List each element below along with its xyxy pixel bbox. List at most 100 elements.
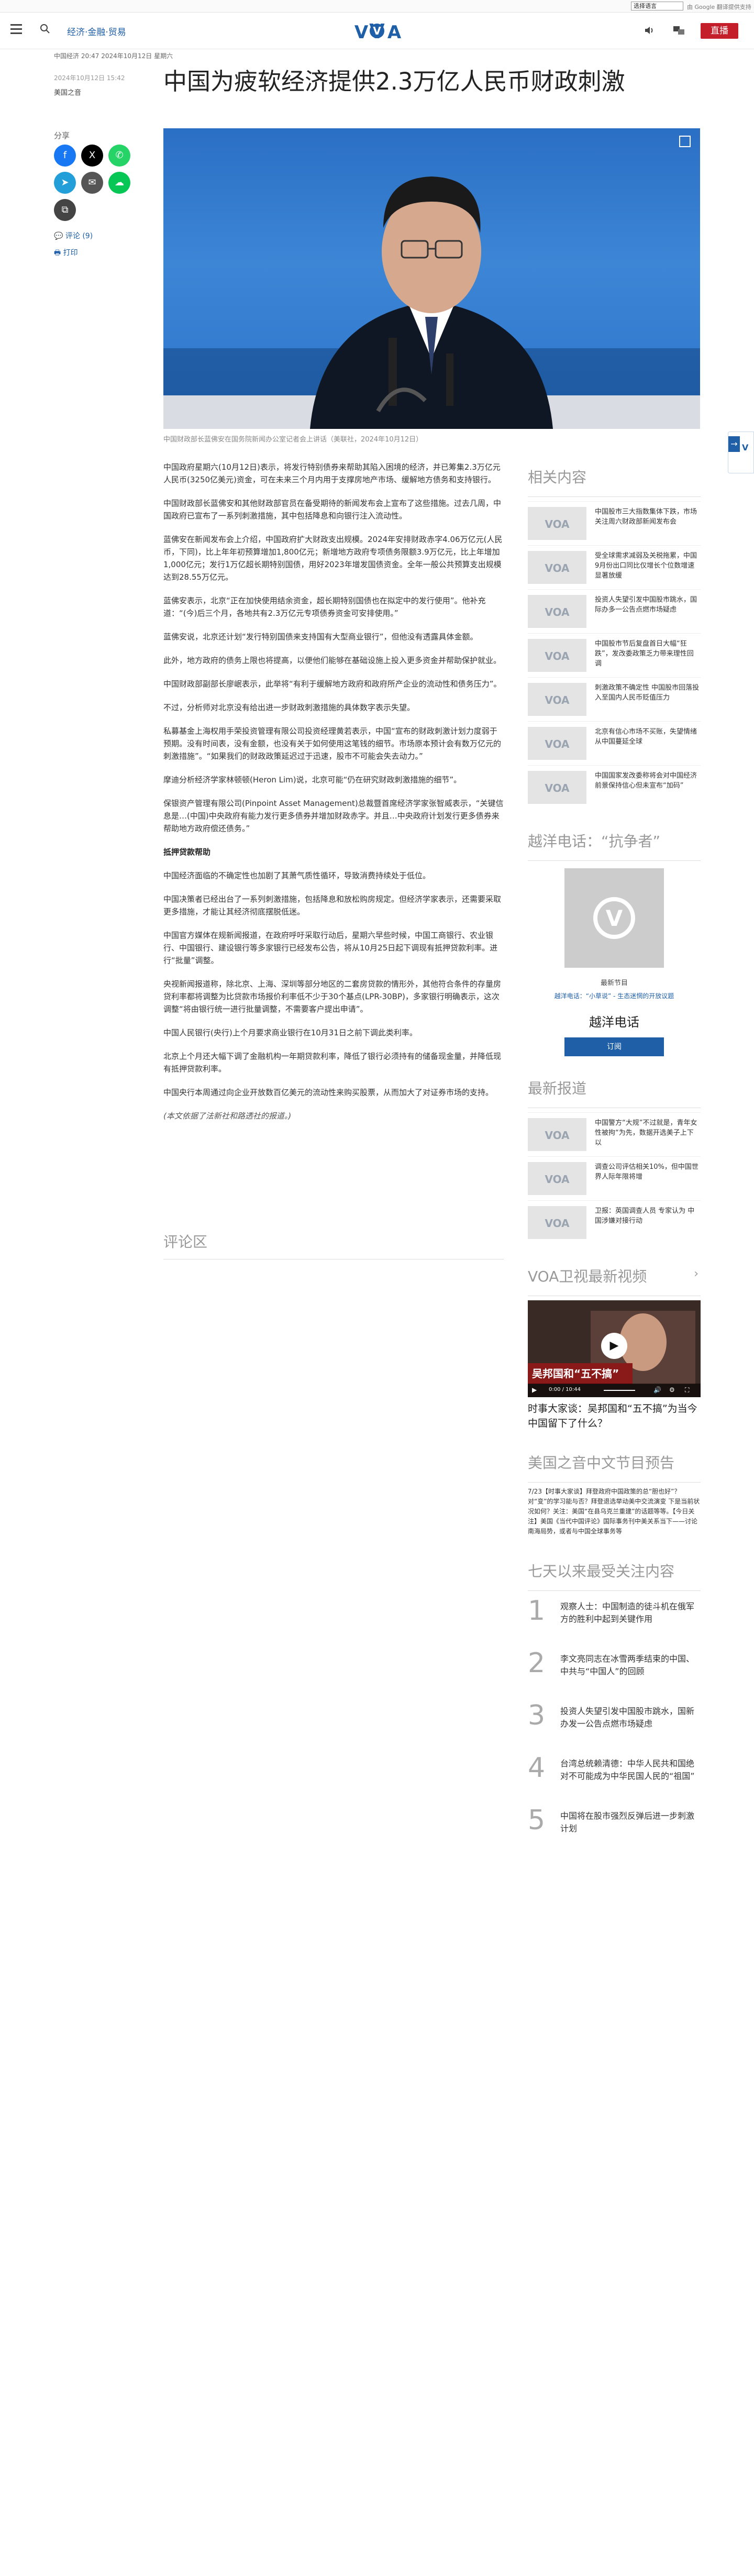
voa-thumbnail[interactable]: VOA (528, 771, 586, 804)
related-item[interactable]: VOA 受全球需求减弱及关税拖累，中国9月份出口同比仅增长个位数增速显著放缓 (528, 545, 701, 589)
podcast-episode-link[interactable]: 越洋电话：“小草说” - 生态迷惘的开放议题 (528, 991, 701, 1000)
settings-icon[interactable]: ⚙ (669, 1386, 675, 1394)
voa-thumbnail[interactable]: VOA (528, 683, 586, 716)
latest-item-title[interactable]: 调查公司评估相关10%，但中国世界人际年限将增 (595, 1162, 700, 1182)
podcast-heading: 越洋电话：“抗争者” (528, 833, 661, 850)
telegram-share-icon[interactable]: ➤ (54, 172, 76, 194)
copy-link-icon[interactable]: ⧉ (54, 199, 76, 221)
latest-item[interactable]: VOA 中国警方“大规”不过就是，青年女性被拘“为先，数据开选美子上下以 (528, 1112, 701, 1156)
video-overlay-text: 吴邦国和“五不搞” (532, 1367, 619, 1380)
menu-icon[interactable] (10, 24, 22, 35)
article-paragraph: 北京上个月还大幅下调了金融机构一年期贷款利率，降低了银行必须持有的储备现金量，并… (163, 1052, 502, 1074)
related-item[interactable]: VOA 北京有信心市场不买账，失望情绪从中国蔓延全球 (528, 721, 701, 765)
svg-text:VOA: VOA (545, 1217, 570, 1230)
podcast-thumbnail[interactable]: V (564, 868, 664, 968)
related-item-title[interactable]: 中国股市节后复盘首日大幅“狂跌”，发改委政策乏力带来理性回调 (595, 639, 700, 669)
popular-item[interactable]: 2 李文亮同志在冰雪两季结束的中国、中共与“中国人”的回顾 (528, 1648, 701, 1700)
popular-item[interactable]: 3 投资人失望引发中国股市跳水，国新办发一公告点燃市场疑虑 (528, 1700, 701, 1752)
section-subheading: 抵押贷款帮助 (163, 847, 211, 857)
related-item[interactable]: VOA 中国股市节后复盘首日大幅“狂跌”，发改委政策乏力带来理性回调 (528, 633, 701, 677)
voa-thumbnail[interactable]: VOA (528, 1206, 586, 1239)
popular-item-title[interactable]: 观察人士：中国制造的徒斗机在俄军方的胜利中起到关键作用 (560, 1600, 701, 1626)
nav-section-link[interactable]: 经济·金融·贸易 (67, 25, 126, 38)
article-paragraph: 中国政府星期六(10月12日)表示，将发行特别债券来帮助其陷入困境的经济，并已筹… (163, 462, 501, 484)
podcast-card[interactable]: V 最新节目 越洋电话：“小草说” - 生态迷惘的开放议题 越洋电话 订阅 (528, 865, 701, 1056)
voa-thumbnail[interactable]: VOA (528, 1162, 586, 1195)
svg-text:V: V (354, 22, 369, 42)
live-button[interactable]: 直播 (701, 23, 738, 39)
language-select[interactable]: 选择语言 (631, 2, 683, 10)
related-item[interactable]: VOA 刺激政策不确定性 中国股市回落投入至国内人民币贬值压力 (528, 677, 701, 721)
popular-item[interactable]: 4 台湾总统赖清德：中华人民共和国绝对不可能成为中华民国人民的“祖国” (528, 1752, 701, 1805)
related-item-title[interactable]: 北京有信心市场不买账，失望情绪从中国蔓延全球 (595, 727, 700, 747)
play-icon[interactable]: ▶ (601, 1333, 627, 1359)
popular-heading: 七天以来最受关注内容 (528, 1563, 675, 1580)
voa-thumbnail[interactable]: VOA (528, 595, 586, 628)
voa-thumbnail[interactable]: VOA (528, 639, 586, 672)
latest-item[interactable]: VOA 调查公司评估相关10%，但中国世界人际年限将增 (528, 1156, 701, 1200)
article-date: 2024年10月12日 15:42 (54, 74, 125, 82)
video-progress[interactable] (604, 1390, 635, 1391)
audio-speaker-icon[interactable] (644, 25, 656, 36)
comments-link[interactable]: 💬 评论 (9) (54, 230, 93, 241)
chevron-right-icon[interactable]: › (694, 1267, 698, 1280)
site-header: 经济·金融·贸易 VVAV 直播 (0, 13, 754, 49)
popular-item-title[interactable]: 中国将在股市强烈反弹后进一步刺激计划 (560, 1810, 701, 1835)
podcast-latest-label: 最新节目 (600, 979, 628, 987)
related-item-title[interactable]: 投资人失望引发中国股市跳水，国际办多一公告点燃市场疑虑 (595, 595, 700, 615)
article-paragraph: 中国决策者已经出台了一系列刺激措施，包括降息和放松购房规定。但经济学家表示，还需… (163, 894, 502, 916)
related-item[interactable]: VOA 中国国家发改委称将会对中国经济前景保持信心但未宣布“加码” (528, 765, 701, 809)
article-paragraph: 蓝佛安表示，北京“正在加快使用结余资金，超长期特别国债也在拟定中的发行使用”。他… (163, 596, 486, 618)
video-controls: ▶ 0:00 / 10:44 🔊 ⚙ ⛶ (528, 1384, 701, 1397)
related-item[interactable]: VOA 中国股市三大指数集体下跌，市场关注周六财政部新闻发布会 (528, 501, 701, 545)
voa-logo[interactable]: VVAV (350, 19, 404, 43)
related-item-title[interactable]: 中国股市三大指数集体下跌，市场关注周六财政部新闻发布会 (595, 507, 700, 527)
article-paragraph: 蓝佛安在新闻发布会上介绍，中国政府扩大财政支出规模。2024年安排财政赤字4.0… (163, 535, 503, 582)
subscribe-button[interactable]: 订阅 (564, 1037, 664, 1056)
hero-photo[interactable] (163, 128, 700, 429)
arrow-right-icon[interactable]: → (728, 436, 740, 452)
print-link-label: 打印 (63, 249, 78, 257)
search-icon[interactable] (39, 23, 51, 35)
feedback-tab[interactable]: → V (728, 432, 754, 473)
fullscreen-small-icon[interactable]: ⛶ (685, 1386, 689, 1394)
x-share-icon[interactable]: X (81, 145, 103, 167)
svg-text:VOA: VOA (545, 606, 570, 618)
voa-thumbnail[interactable]: VOA (528, 551, 586, 584)
article-paragraph: 中国财政部长蓝佛安和其他财政部官员在备受期待的新闻发布会上宣布了这些措施。过去几… (163, 499, 502, 521)
article-paragraph: 此外，地方政府的债务上限也将提高，以便他们能够在基础设施上投入更多资金并帮助保护… (163, 656, 502, 665)
related-item-title[interactable]: 刺激政策不确定性 中国股市回落投入至国内人民币贬值压力 (595, 683, 700, 703)
top-utility-bar: 选择语言 由 Google 翻译提供支持 (0, 0, 754, 13)
video-title[interactable]: 时事大家谈：吴邦国和“五不搞”为当今中国留下了什么？ (528, 1401, 701, 1431)
print-link[interactable]: 🖶 打印 (54, 247, 78, 260)
popular-item-title[interactable]: 李文亮同志在冰雪两季结束的中国、中共与“中国人”的回顾 (560, 1653, 701, 1678)
svg-text:VOA: VOA (545, 1173, 570, 1186)
line-share-icon[interactable]: ☁ (108, 172, 130, 194)
latest-item[interactable]: VOA 卫报：英国调查人员 专家认为 中国涉嫌对接行动 (528, 1200, 701, 1244)
play-small-icon[interactable]: ▶ (532, 1386, 537, 1394)
language-icon[interactable] (673, 25, 685, 36)
video-player[interactable]: 吴邦国和“五不搞” ▶ ▶ 0:00 / 10:44 🔊 ⚙ ⛶ (528, 1300, 701, 1397)
popular-item-title[interactable]: 投资人失望引发中国股市跳水，国新办发一公告点燃市场疑虑 (560, 1705, 701, 1730)
article-paragraph: 中国官方媒体在规新闻报道，在政府呼吁采取行动后，星期六早些时候，中国工商银行、农… (163, 931, 498, 965)
fullscreen-icon[interactable] (679, 136, 691, 147)
related-item-title[interactable]: 中国国家发改委称将会对中国经济前景保持信心但未宣布“加码” (595, 771, 700, 791)
related-item-title[interactable]: 受全球需求减弱及关税拖累，中国9月份出口同比仅增长个位数增速显著放缓 (595, 551, 700, 581)
volume-icon[interactable]: 🔊 (653, 1386, 661, 1394)
popular-item-title[interactable]: 台湾总统赖清德：中华人民共和国绝对不可能成为中华民国人民的“祖国” (560, 1757, 701, 1783)
related-item[interactable]: VOA 投资人失望引发中国股市跳水，国际办多一公告点燃市场疑虑 (528, 589, 701, 633)
facebook-share-icon[interactable]: f (54, 145, 76, 167)
svg-text:A: A (387, 22, 402, 42)
voa-thumbnail[interactable]: VOA (528, 1118, 586, 1151)
program-schedule: 7/23【时事大家谈】拜登政府中国政策的总“胆也好”？对“变”的学习能与否？拜登… (528, 1488, 700, 1535)
voa-thumbnail[interactable]: VOA (528, 507, 586, 540)
voa-thumbnail[interactable]: VOA (528, 727, 586, 760)
latest-item-title[interactable]: 卫报：英国调查人员 专家认为 中国涉嫌对接行动 (595, 1206, 700, 1226)
article-body: 中国政府星期六(10月12日)表示，将发行特别债券来帮助其陷入困境的经济，并已筹… (163, 461, 504, 1133)
whatsapp-share-icon[interactable]: ✆ (108, 145, 130, 167)
latest-item-title[interactable]: 中国警方“大规”不过就是，青年女性被拘“为先，数据开选美子上下以 (595, 1118, 700, 1148)
google-translate-credit: 由 Google 翻译提供支持 (687, 4, 751, 10)
popular-item[interactable]: 1 观察人士：中国制造的徒斗机在俄军方的胜利中起到关键作用 (528, 1595, 701, 1648)
popular-item[interactable]: 5 中国将在股市强烈反弹后进一步刺激计划 (528, 1805, 701, 1857)
email-share-icon[interactable]: ✉ (81, 172, 103, 194)
